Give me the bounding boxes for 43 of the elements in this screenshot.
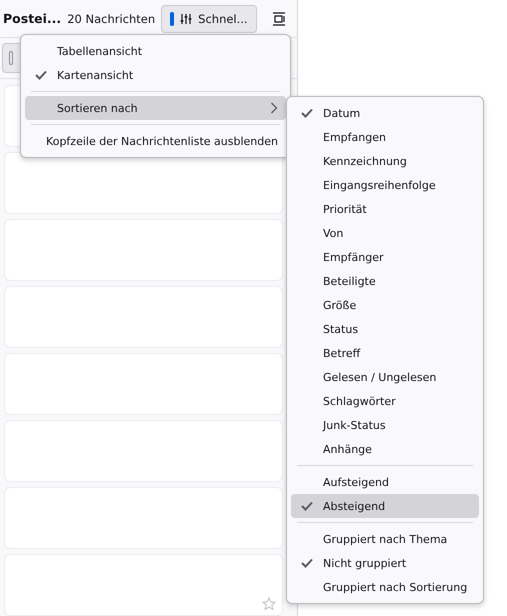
message-card[interactable] [4, 487, 283, 549]
message-card[interactable] [4, 152, 283, 214]
menu-item[interactable]: Beteiligte [291, 269, 479, 293]
menu-item[interactable]: Von [291, 221, 479, 245]
message-count: 20 Nachrichten [67, 12, 156, 26]
quick-filter-button[interactable]: Schnel... [161, 4, 257, 32]
checkmark-icon [35, 70, 47, 80]
menu-item[interactable]: Anhänge [291, 437, 479, 461]
menu-item[interactable]: Absteigend [291, 494, 479, 518]
menu-item[interactable]: Schlagwörter [291, 389, 479, 413]
folder-name: Postei... [3, 11, 62, 26]
message-card[interactable] [4, 353, 283, 415]
menu-item[interactable]: Sortieren nach [25, 96, 286, 120]
checkmark-icon [301, 558, 313, 568]
menu-item[interactable]: Status [291, 317, 479, 341]
checkmark-icon [301, 501, 313, 511]
star-icon[interactable] [262, 597, 276, 611]
menu-item[interactable]: Kopfzeile der Nachrichtenliste ausblenden [25, 129, 286, 153]
menu-item[interactable]: Datum [291, 101, 479, 125]
menu-item[interactable]: Betreff [291, 341, 479, 365]
menu-item[interactable]: Junk-Status [291, 413, 479, 437]
menu-item[interactable]: Gruppiert nach Thema [291, 527, 479, 551]
message-card[interactable] [4, 219, 283, 281]
menu-item[interactable]: Aufsteigend [291, 470, 479, 494]
toggle-icon [170, 12, 174, 26]
menu-item[interactable]: Nicht gruppiert [291, 551, 479, 575]
menu-item[interactable]: Priorität [291, 197, 479, 221]
sliders-icon [180, 12, 192, 24]
menu-item[interactable]: Tabellenansicht [25, 39, 286, 63]
menu-item[interactable]: Empfangen [291, 125, 479, 149]
message-card[interactable] [4, 286, 283, 348]
menu-item[interactable]: Kartenansicht [25, 63, 286, 87]
message-card[interactable] [4, 554, 283, 616]
checkmark-icon [301, 108, 313, 118]
menu-item[interactable]: Eingangsreihenfolge [291, 173, 479, 197]
toggle-icon [9, 51, 13, 65]
menu-item[interactable]: Empfänger [291, 245, 479, 269]
menu-item[interactable]: Gelesen / Ungelesen [291, 365, 479, 389]
chevron-right-icon [270, 102, 278, 114]
message-card[interactable] [4, 420, 283, 482]
menu-item[interactable]: Kennzeichnung [291, 149, 479, 173]
menu-item[interactable]: Größe [291, 293, 479, 317]
menu-item[interactable]: Gruppiert nach Sortierung [291, 575, 479, 599]
